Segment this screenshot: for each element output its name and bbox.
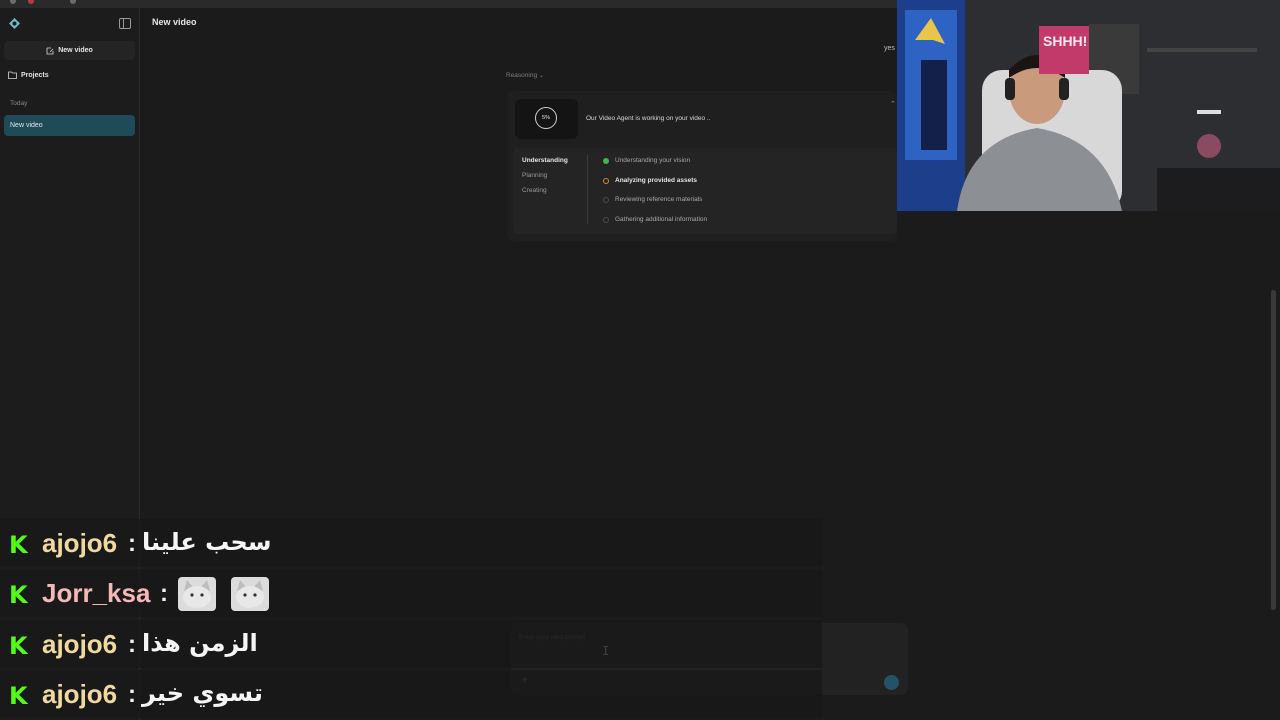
- send-icon[interactable]: [884, 675, 899, 690]
- chat-text: الزمن هذا: [142, 629, 258, 657]
- chat-username: ajojo6: [42, 679, 118, 709]
- browser-top-strip: [0, 0, 900, 8]
- phase-planning: Planning: [522, 172, 548, 179]
- chat-username: Jorr_ksa: [42, 578, 151, 608]
- reasoning-toggle[interactable]: Reasoning ⌄: [506, 72, 544, 79]
- cat-emote-icon: [231, 577, 269, 611]
- scrollbar[interactable]: [1271, 290, 1276, 610]
- new-video-label: New video: [58, 47, 93, 54]
- section-today-heading: Today: [10, 100, 28, 107]
- step-label: Analyzing provided assets: [615, 177, 697, 184]
- reasoning-label: Reasoning: [506, 72, 538, 79]
- agent-status-text: Our Video Agent is working on your video…: [586, 115, 711, 122]
- kick-badge-icon: K: [9, 531, 28, 559]
- chat-separator: :: [128, 631, 136, 658]
- chat-separator: :: [128, 530, 136, 557]
- webcam-sign-text: SHHH!: [1043, 33, 1087, 49]
- chat-text: تسوي خير: [142, 679, 263, 707]
- user-message: yes: [884, 45, 895, 52]
- step-item: Reviewing reference materials: [603, 196, 702, 203]
- edit-icon: [46, 47, 54, 54]
- webcam-feed: SHHH!: [897, 0, 1280, 211]
- page-title: New video: [152, 17, 197, 27]
- step-item: Gathering additional information: [603, 216, 707, 223]
- step-label: Understanding your vision: [615, 157, 691, 164]
- chat-message: K ajojo6 : الزمن هذا: [0, 620, 822, 668]
- step-label: Gathering additional information: [615, 216, 708, 223]
- sidebar-item-projects[interactable]: Projects: [8, 71, 49, 79]
- chat-separator: :: [128, 681, 136, 708]
- chat-message: K Jorr_ksa :: [0, 569, 822, 617]
- window-control-icon[interactable]: [10, 0, 16, 4]
- folder-icon: [8, 71, 17, 79]
- sidebar-collapse-icon[interactable]: [119, 18, 131, 29]
- webcam-image: SHHH!: [897, 0, 1280, 211]
- window-control-icon[interactable]: [28, 0, 34, 4]
- projects-label: Projects: [21, 71, 49, 79]
- kick-badge-icon: K: [9, 682, 28, 710]
- chat-username: ajojo6: [42, 629, 118, 659]
- kick-badge-icon: K: [9, 581, 28, 609]
- step-label: Reviewing reference materials: [615, 196, 703, 203]
- kick-badge-icon: K: [9, 632, 28, 660]
- chat-separator: :: [160, 580, 168, 607]
- cat-emote-icon: [178, 577, 216, 611]
- step-item: Analyzing provided assets: [603, 177, 697, 184]
- collapse-card-icon[interactable]: ⌃: [890, 100, 896, 108]
- progress-ring: 5%: [535, 107, 557, 129]
- pending-icon: [603, 216, 609, 223]
- chat-message: K ajojo6 : سحب علينا: [0, 519, 822, 567]
- window-control-icon[interactable]: [70, 0, 76, 4]
- chevron-down-icon: ⌄: [538, 73, 544, 79]
- sidebar-chat-item[interactable]: New video: [4, 115, 135, 136]
- chat-text: سحب علينا: [142, 528, 272, 556]
- phase-creating: Creating: [522, 187, 547, 194]
- phase-divider: [587, 154, 588, 224]
- chat-message: K ajojo6 : تسوي خير: [0, 670, 822, 718]
- in-progress-icon: [603, 177, 609, 184]
- new-video-button[interactable]: New video: [4, 41, 135, 60]
- app-logo-icon[interactable]: [9, 18, 20, 29]
- progress-percent: 5%: [542, 115, 550, 121]
- stream-chat-overlay: K ajojo6 : سحب علينا K Jorr_ksa : K ajoj…: [0, 519, 822, 720]
- check-done-icon: [603, 157, 609, 164]
- pending-icon: [603, 196, 609, 203]
- chat-username: ajojo6: [42, 528, 118, 558]
- phase-understanding: Understanding: [522, 157, 568, 164]
- step-item: Understanding your vision: [603, 157, 690, 164]
